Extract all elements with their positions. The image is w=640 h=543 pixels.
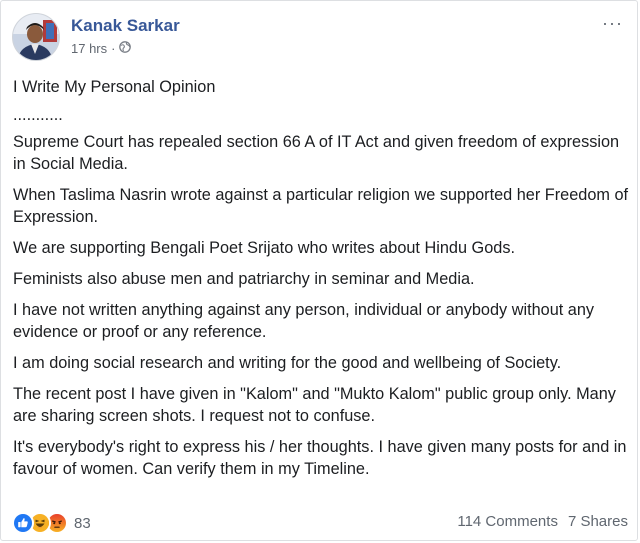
meta-separator: · [111,41,116,56]
profile-photo [13,14,59,60]
post-paragraph: We are supporting Bengali Poet Srijato w… [13,239,515,257]
post-paragraph: I am doing social research and writing f… [13,354,562,372]
post-paragraph: I have not written anything against any … [13,301,595,341]
ellipsis-icon[interactable]: ··· [602,14,623,32]
author-name[interactable]: Kanak Sarkar [71,16,180,36]
post-paragraph: When Taslima Nasrin wrote against a part… [13,186,629,226]
reaction-count[interactable]: 83 [74,515,91,532]
like-icon [12,512,34,534]
globe-icon[interactable] [119,41,132,56]
post-body: I Write My Personal Opinion ........... … [13,76,633,489]
post-timestamp[interactable]: 17 hrs [71,41,107,56]
reactions-summary[interactable]: 83 [12,512,91,534]
post-paragraph: It's everybody's right to express his / … [13,438,627,478]
post-paragraph: Supreme Court has repealed section 66 A … [13,133,620,173]
post-paragraph: ........... [13,106,63,124]
comments-count-link[interactable]: 114 Comments [457,513,558,530]
post-footer: 83 114 Comments 7 Shares [12,510,628,534]
avatar[interactable] [12,13,60,61]
shares-count-link[interactable]: 7 Shares [568,513,628,530]
post-paragraph: The recent post I have given in "Kalom" … [13,385,616,425]
post-stats: 114 Comments 7 Shares [457,513,628,530]
post-paragraph: Feminists also abuse men and patriarchy … [13,270,475,288]
post-meta: 17 hrs · [71,41,132,56]
post-card: Kanak Sarkar 17 hrs · ··· I Write My Per… [0,0,638,541]
post-paragraph: I Write My Personal Opinion [13,78,216,96]
